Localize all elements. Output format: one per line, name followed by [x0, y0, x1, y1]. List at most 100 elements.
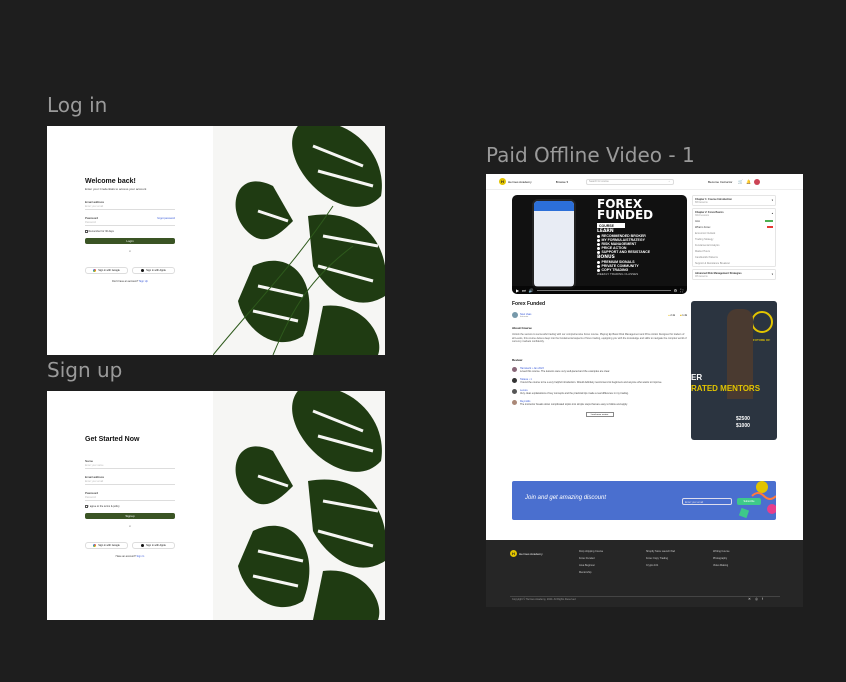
- footer-link[interactable]: Forex Funded: [579, 557, 603, 560]
- monstera-plant-image-2: [213, 391, 385, 620]
- footer-link[interactable]: Shopify Store Launch Pad: [646, 550, 675, 553]
- brand-logo[interactable]: H Hermes Academy: [499, 178, 532, 185]
- discount-email-input[interactable]: Enter your email: [682, 498, 732, 505]
- play-icon[interactable]: ▶: [516, 288, 519, 293]
- next-icon[interactable]: ⏭: [522, 288, 526, 293]
- signup-form: Get Started Now Name Enter your name Ema…: [85, 436, 175, 558]
- video-page-frame: H Hermes Academy Browse ▾ Search for cou…: [486, 174, 803, 607]
- google-label: Sign in with Google: [98, 269, 120, 272]
- lesson-item[interactable]: What is Forex: [695, 226, 773, 229]
- settings-icon[interactable]: ⚙: [674, 288, 678, 293]
- login-title: Welcome back!: [85, 178, 136, 185]
- signup-frame: Get Started Now Name Enter your name Ema…: [47, 391, 385, 620]
- footer-link[interactable]: Writing Course: [713, 550, 730, 553]
- search-input[interactable]: Search for course ⌕: [586, 178, 675, 185]
- apple-label: Sign in with Apple: [146, 269, 166, 272]
- signup-email-input[interactable]: Enter your email: [85, 479, 175, 485]
- footer-link[interactable]: Crypto 101: [646, 564, 675, 567]
- search-icon: ⌕: [668, 180, 671, 183]
- author-role: Instructor: [520, 315, 529, 318]
- apple-signin-button[interactable]: Sign in with Apple: [132, 267, 175, 274]
- live-badge: [767, 225, 773, 229]
- footer-column: Shopify Store Launch Pad Forex Copy Trad…: [646, 550, 675, 571]
- signup-frame-label: Sign up: [47, 358, 123, 382]
- lesson-item[interactable]: Support & Resistance Breakout: [695, 262, 773, 265]
- site-footer: H Hermes Academy Drop shipping Course For…: [486, 540, 803, 607]
- chapter-item[interactable]: Chapter 2: Forex Basics 3/10 lessons ▴ Int…: [692, 208, 776, 267]
- video-tag: COURSE: [597, 223, 625, 228]
- review-item: Lenore Very clear explanations of key con…: [512, 388, 687, 395]
- signup-password-input[interactable]: Password: [85, 495, 175, 501]
- lesson-item[interactable]: Fundamental Analysis: [695, 244, 773, 247]
- site-header: H Hermes Academy Browse ▾ Search for cou…: [486, 174, 803, 190]
- hermes-logo-icon: H: [499, 178, 506, 185]
- mentor-promo-banner[interactable]: FUTURE OF ER RATED MENTORS $2500 $1000: [691, 301, 777, 440]
- comment-count[interactable]: ■ 1.4k: [680, 314, 687, 317]
- fullscreen-icon[interactable]: ⛶: [680, 288, 683, 293]
- discount-title: Join and get amazing discount: [525, 495, 607, 501]
- signup-apple-button[interactable]: Sign in with Apple: [132, 542, 175, 549]
- footer-link[interactable]: Photography: [713, 557, 730, 560]
- load-more-reviews-button[interactable]: Load more review: [585, 411, 614, 417]
- video-footer-text: WEEKLY TRADING CLASSES: [597, 272, 639, 276]
- bell-icon[interactable]: 🔔: [746, 179, 751, 184]
- footer-link[interactable]: Forex Copy Trading: [646, 557, 675, 560]
- video-controls: ▶ ⏭ 🔊 ⚙ ⛶: [512, 286, 687, 294]
- terms-checkbox[interactable]: [85, 505, 88, 508]
- password-input[interactable]: Password: [85, 220, 175, 226]
- google-icon: [93, 544, 97, 547]
- facebook-icon[interactable]: f: [762, 597, 763, 601]
- name-input[interactable]: Enter your name: [85, 463, 175, 469]
- user-avatar[interactable]: [754, 178, 761, 185]
- password-label: Password: [85, 216, 99, 220]
- twitter-icon[interactable]: ✕: [748, 597, 751, 601]
- progress-bar[interactable]: [536, 289, 671, 291]
- video-player[interactable]: FOREX FUNDED COURSE LEARN RECOMMENDED BR…: [512, 195, 687, 294]
- signup-button[interactable]: Signup: [85, 513, 175, 519]
- login-button[interactable]: Login: [85, 238, 175, 244]
- lesson-item[interactable]: Candlestick Patterns: [695, 256, 773, 259]
- author-avatar[interactable]: [512, 312, 518, 318]
- discount-banner: Join and get amazing discount Enter your…: [512, 481, 776, 520]
- forgot-password-link[interactable]: forgot password: [157, 217, 175, 220]
- footer-link[interactable]: Drop shipping Course: [579, 550, 603, 553]
- copyright: Copyright © Hermes Academy, 2024. All Ri…: [512, 598, 576, 601]
- no-account-text: Don't have an account?: [112, 280, 139, 283]
- about-heading: About Course: [512, 326, 532, 330]
- become-instructor-link[interactable]: Become Instructor: [708, 180, 732, 184]
- chapter-item[interactable]: Chapter 1: Course Introduction 8/8 lesson…: [692, 195, 776, 206]
- signup-link[interactable]: Sign Up: [139, 280, 148, 283]
- footer-link[interactable]: Mentorship: [579, 571, 603, 574]
- remember-label: Remember for 30 days: [88, 230, 114, 233]
- instagram-icon[interactable]: ◎: [755, 597, 758, 601]
- promo-line1: FUTURE OF: [753, 338, 771, 342]
- footer-column: Writing Course Photography Video Making: [713, 550, 730, 571]
- completed-badge: [765, 219, 773, 223]
- signup-google-button[interactable]: Sign in with Google: [85, 542, 128, 549]
- signin-link[interactable]: Sign In: [137, 555, 145, 558]
- footer-link[interactable]: Java Beginner: [579, 564, 603, 567]
- review-item: Reynolds The instructor breaks down compl…: [512, 399, 687, 406]
- like-count[interactable]: ● 2.1k: [668, 314, 675, 317]
- remember-checkbox[interactable]: [85, 230, 88, 233]
- browse-menu[interactable]: Browse ▾: [556, 180, 568, 184]
- promo-line2: ER: [691, 373, 703, 382]
- google-signin-button[interactable]: Sign in with Google: [85, 267, 128, 274]
- volume-icon[interactable]: 🔊: [529, 288, 534, 293]
- monstera-plant-image: [212, 126, 385, 355]
- brand-name: Hermes Academy: [508, 179, 532, 184]
- cart-icon[interactable]: 🛒: [738, 179, 743, 184]
- email-input[interactable]: Enter your email: [85, 204, 175, 210]
- lesson-item[interactable]: Economic Outlook: [695, 232, 773, 235]
- lesson-item[interactable]: Trading Strategy: [695, 238, 773, 241]
- lesson-item[interactable]: Market Hours: [695, 250, 773, 253]
- login-form: Welcome back! Enter your Credentials to …: [85, 178, 175, 283]
- google-label: Sign in with Google: [98, 544, 120, 547]
- login-frame: Welcome back! Enter your Credentials to …: [47, 126, 385, 355]
- learn-point: SUPPORT AND RESISTANCE: [597, 250, 685, 254]
- footer-logo[interactable]: H Hermes Academy: [510, 550, 543, 557]
- decorative-shapes: [738, 481, 776, 519]
- footer-link[interactable]: Video Making: [713, 564, 730, 567]
- chapter-item[interactable]: Advanced Risk Management Strategies 0/6 l…: [692, 269, 776, 280]
- lesson-item[interactable]: Intro: [695, 220, 773, 223]
